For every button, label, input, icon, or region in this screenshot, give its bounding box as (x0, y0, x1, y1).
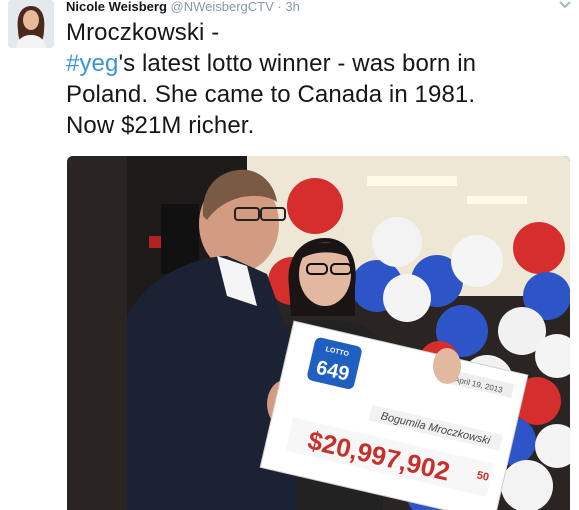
author-name[interactable]: Nicole Weisberg (66, 0, 167, 14)
tweet-text: Mroczkowski - #yeg's latest lotto winner… (66, 17, 566, 141)
tweet-text-line: Poland. She came to Canada in 1981. (66, 81, 476, 108)
tweet-photo[interactable]: LOTTO 649 April 19, 2013 Bogumila Mroczk… (67, 156, 570, 510)
hashtag-link[interactable]: #yeg (66, 50, 118, 77)
tweet-text-line: #yeg's latest lotto winner - was born in (66, 48, 566, 79)
tweet-header: Nicole Weisberg @NWeisbergCTV · 3h (66, 0, 300, 16)
meta-separator: · (277, 0, 282, 14)
tweet-timestamp[interactable]: 3h (285, 0, 299, 14)
tweet-text-line: Mroczkowski - (66, 19, 220, 46)
author-handle[interactable]: @NWeisbergCTV (171, 0, 274, 14)
tweet-text-fragment: 's latest lotto winner - was born in (118, 50, 477, 77)
tweet[interactable]: Nicole Weisberg @NWeisbergCTV · 3h Mrocz… (0, 0, 579, 510)
tweet-text-line: Now $21M richer. (66, 112, 255, 139)
avatar[interactable] (8, 0, 54, 48)
photo-image: LOTTO 649 April 19, 2013 Bogumila Mroczk… (67, 156, 570, 510)
chevron-down-icon[interactable] (559, 0, 571, 10)
avatar-image (8, 0, 54, 48)
